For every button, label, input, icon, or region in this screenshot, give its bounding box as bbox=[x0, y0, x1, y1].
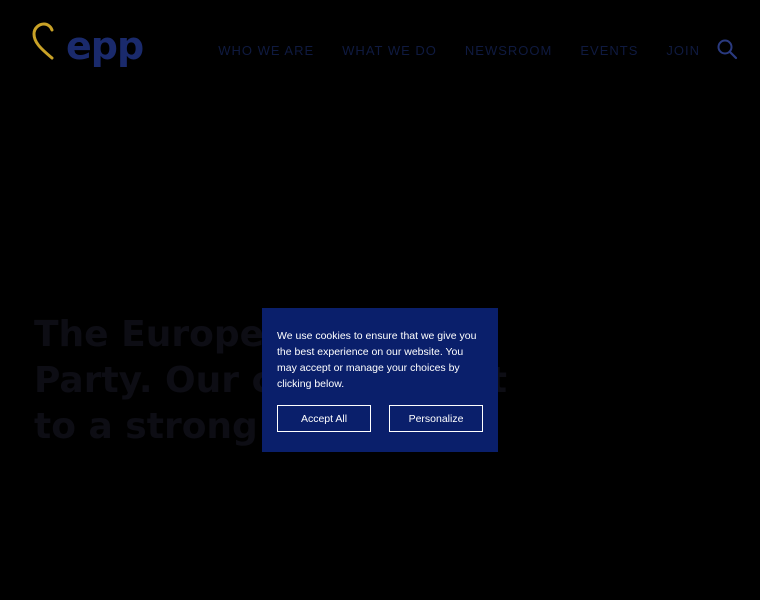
site-header: epp Who we are What we do Newsroom Event… bbox=[0, 0, 760, 100]
nav-item-who-we-are[interactable]: Who we are bbox=[218, 43, 314, 58]
nav-item-what-we-do[interactable]: What we do bbox=[342, 43, 437, 58]
personalize-button[interactable]: Personalize bbox=[389, 405, 483, 432]
nav-item-join[interactable]: Join bbox=[666, 43, 700, 58]
cookie-message: We use cookies to ensure that we give yo… bbox=[277, 330, 477, 390]
search-button[interactable] bbox=[716, 38, 738, 60]
page: epp Who we are What we do Newsroom Event… bbox=[0, 0, 760, 600]
accept-all-button[interactable]: Accept All bbox=[277, 405, 371, 432]
logo-text: epp bbox=[66, 24, 144, 68]
cookie-banner: We use cookies to ensure that we give yo… bbox=[262, 308, 498, 452]
epp-logo[interactable]: epp bbox=[32, 22, 144, 70]
nav-item-newsroom[interactable]: Newsroom bbox=[465, 43, 552, 58]
cookie-buttons: Accept All Personalize bbox=[277, 405, 483, 432]
nav-item-events[interactable]: Events bbox=[580, 43, 638, 58]
main-nav: Who we are What we do Newsroom Events Jo… bbox=[218, 40, 700, 60]
search-icon bbox=[717, 39, 738, 60]
